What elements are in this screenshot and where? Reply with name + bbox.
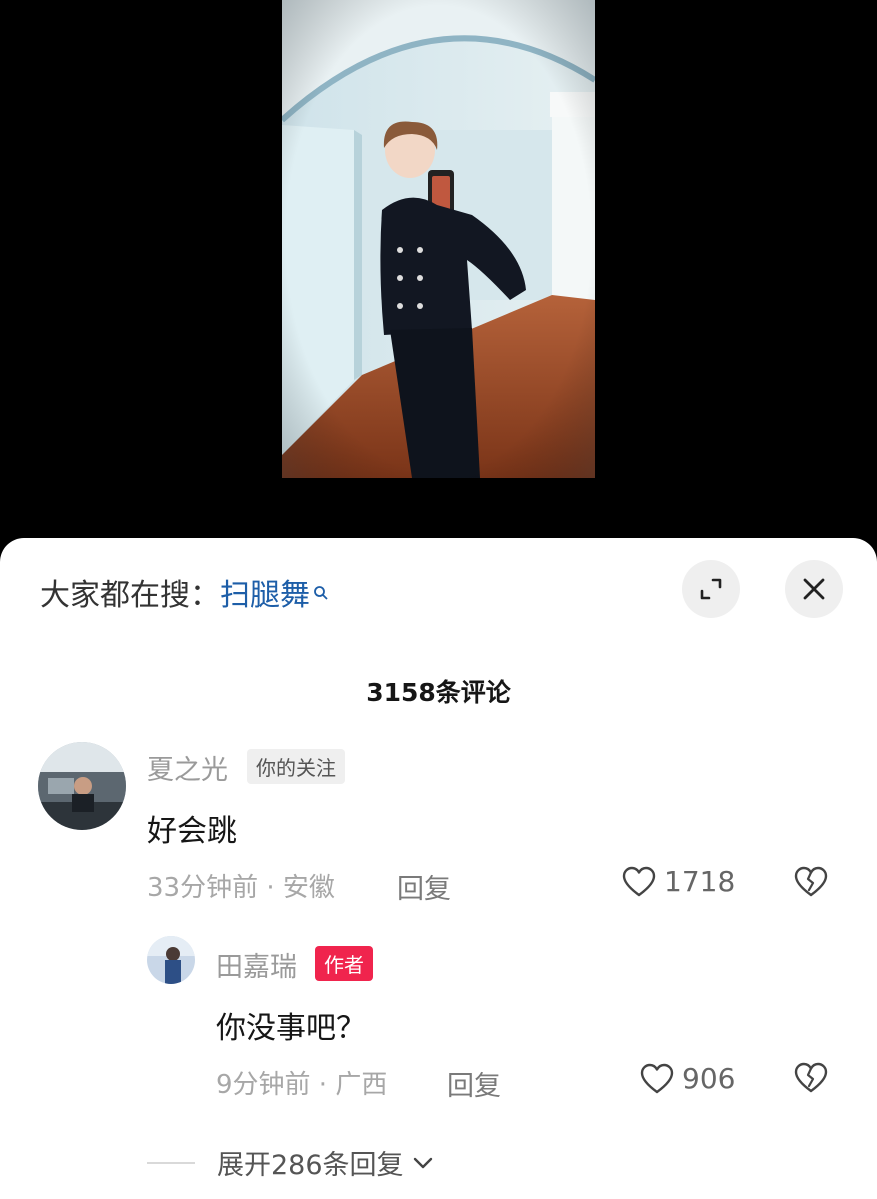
author-badge: 作者 xyxy=(315,946,373,981)
comment-sheet: 大家都在搜：扫腿舞 3158条评论 夏之光 你的关注 好会跳 33分钟前 · 安… xyxy=(0,538,877,1199)
heart-icon xyxy=(622,866,656,896)
search-suggestion-keyword[interactable]: 扫腿舞 xyxy=(220,578,310,613)
comment-author-name[interactable]: 夏之光 xyxy=(147,748,228,787)
close-icon xyxy=(803,578,825,600)
expand-replies-button[interactable]: 展开286条回复 xyxy=(147,1143,434,1182)
heart-icon xyxy=(640,1063,674,1093)
chevron-down-icon xyxy=(413,1157,432,1168)
broken-heart-icon xyxy=(794,866,828,897)
reply-avatar-image xyxy=(147,936,195,984)
broken-heart-icon xyxy=(794,1062,828,1093)
reply-avatar[interactable] xyxy=(147,936,195,984)
like-count: 1718 xyxy=(664,865,736,898)
video-frame-image xyxy=(282,0,595,478)
reply-meta: 9分钟前 · 广西 xyxy=(216,1070,388,1100)
following-badge: 你的关注 xyxy=(247,749,345,784)
video-area[interactable] xyxy=(0,0,877,545)
close-button[interactable] xyxy=(785,560,843,618)
comments-count: 3158条评论 xyxy=(366,678,511,707)
reply-author-name[interactable]: 田嘉瑞 xyxy=(216,945,297,984)
reply-button[interactable]: 回复 xyxy=(397,867,451,906)
avatar-image xyxy=(38,742,126,830)
expand-replies-label: 展开286条回复 xyxy=(217,1150,404,1181)
video-player[interactable] xyxy=(282,0,595,478)
search-suggestion[interactable]: 大家都在搜：扫腿舞 xyxy=(40,570,329,614)
reply-like-button[interactable]: 906 xyxy=(640,1062,735,1095)
avatar[interactable] xyxy=(38,742,126,830)
comment-text: 好会跳 xyxy=(147,814,237,849)
expand-button[interactable] xyxy=(682,560,740,618)
dislike-button[interactable] xyxy=(794,866,828,902)
divider-line xyxy=(147,1161,195,1164)
reply-like-count: 906 xyxy=(682,1062,736,1095)
reply-dislike-button[interactable] xyxy=(794,1062,828,1098)
expand-icon xyxy=(700,578,722,600)
comment-meta: 33分钟前 · 安徽 xyxy=(147,873,335,903)
search-icon xyxy=(313,574,329,609)
search-suggestion-prefix: 大家都在搜： xyxy=(40,578,220,613)
like-button[interactable]: 1718 xyxy=(622,865,735,898)
reply-reply-button[interactable]: 回复 xyxy=(447,1064,501,1103)
reply-text: 你没事吧？ xyxy=(216,1011,366,1046)
